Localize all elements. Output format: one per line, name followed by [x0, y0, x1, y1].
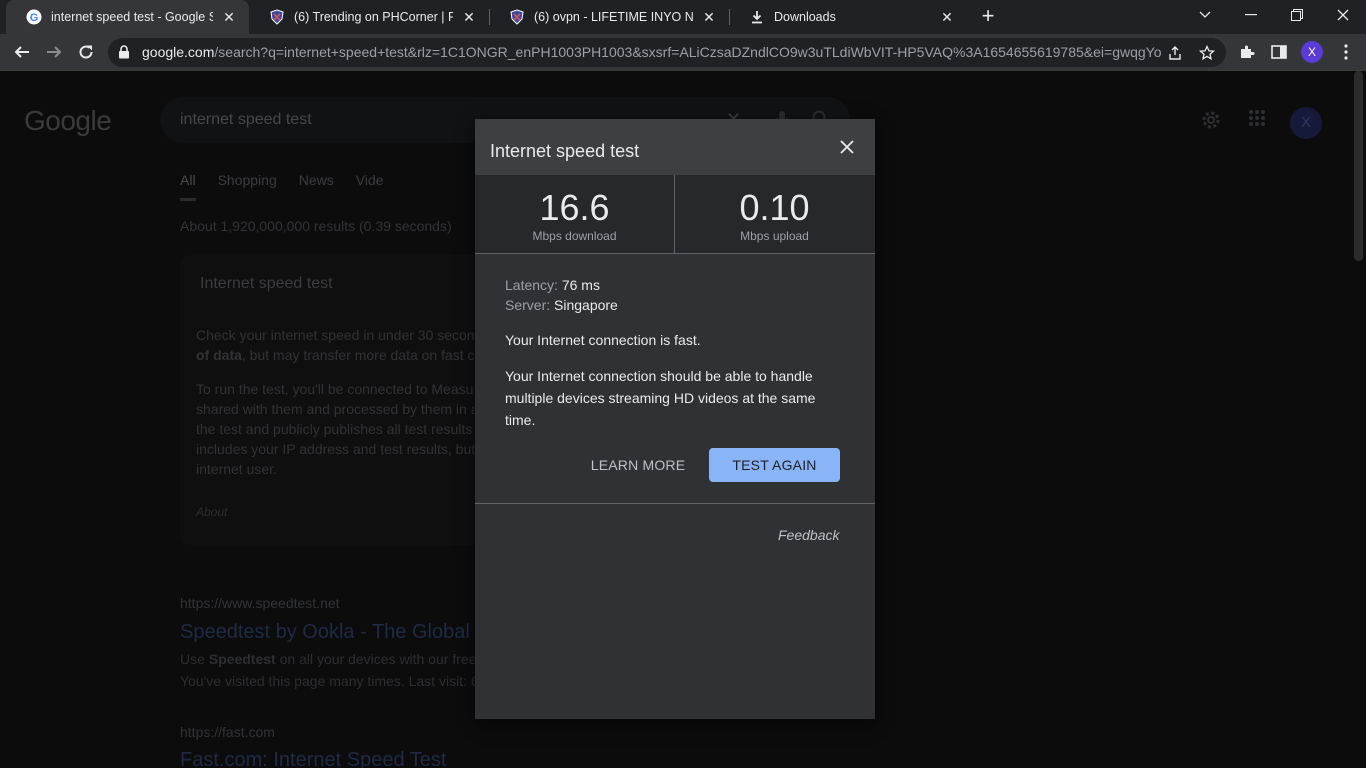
- result-title[interactable]: Speedtest by Ookla - The Global: [180, 621, 470, 644]
- server-label: Server:: [505, 297, 551, 313]
- share-icon[interactable]: [1166, 44, 1184, 62]
- card-p1-rest: , but may transfer more data on fast c: [241, 347, 475, 363]
- server-value: Singapore: [554, 297, 618, 313]
- connection-status: Your Internet connection is fast.: [505, 332, 701, 348]
- svg-text:G: G: [30, 12, 39, 24]
- card-p1-bold: of data: [196, 347, 242, 363]
- tab-title: internet speed test - Google Search: [51, 10, 213, 24]
- dialog-divider: [475, 503, 875, 504]
- card-p2-line: To run the test, you'll be connected to …: [196, 381, 474, 397]
- upload-stat: 0.10 Mbps upload: [675, 175, 874, 254]
- forward-arrow-icon[interactable]: [40, 38, 68, 66]
- download-label: Mbps download: [532, 229, 617, 243]
- result-title[interactable]: Fast.com: Internet Speed Test: [180, 749, 446, 768]
- tab-phcorner-ovpn[interactable]: (6) ovpn - LIFETIME INYO NA | Pinoy Hack…: [489, 0, 729, 34]
- tab-shopping[interactable]: Shopping: [218, 172, 277, 201]
- feedback-link[interactable]: Feedback: [778, 527, 839, 543]
- tab-search-chevron-icon[interactable]: [1182, 0, 1228, 30]
- card-p2-line: includes your IP address and test result…: [196, 441, 476, 457]
- connection-description: Your Internet connection should be able …: [505, 368, 816, 428]
- card-p1-line1: Check your internet speed in under 30 se…: [196, 327, 475, 343]
- result-snippet: Use Speedtest on all your devices with o…: [180, 648, 476, 670]
- download-icon: [749, 9, 765, 25]
- close-window-icon[interactable]: [1320, 0, 1366, 30]
- about-link[interactable]: About: [196, 505, 227, 519]
- phcorner-shield-icon: [269, 9, 285, 25]
- latency-label: Latency:: [505, 277, 558, 293]
- close-tab-icon[interactable]: ✕: [701, 9, 717, 25]
- google-logo[interactable]: Google: [24, 105, 112, 137]
- server-row: Server: Singapore: [505, 297, 618, 313]
- card-p2-line: the test and publicly publishes all test…: [196, 421, 473, 437]
- address-bar[interactable]: google.com/search?q=internet+speed+test&…: [108, 38, 1226, 67]
- tab-title: (6) Trending on PHCorner | Pinoy Hackers: [294, 10, 453, 24]
- snippet-post: on all your devices with our free: [275, 651, 477, 667]
- url-text: google.com/search?q=internet+speed+test&…: [142, 44, 1162, 60]
- dialog-title: Internet speed test: [490, 141, 640, 161]
- side-panel-icon[interactable]: [1269, 42, 1289, 62]
- latency-value: 76 ms: [561, 277, 600, 293]
- google-g-icon: G: [26, 9, 42, 25]
- phcorner-shield-icon: [509, 9, 525, 25]
- search-query: internet speed test: [180, 111, 312, 128]
- browser-toolbar: google.com/search?q=internet+speed+test&…: [0, 34, 1366, 71]
- tab-title: (6) ovpn - LIFETIME INYO NA | Pinoy Hack…: [534, 10, 693, 24]
- dialog-header: Internet speed test: [475, 119, 875, 175]
- snippet-pre: Use: [180, 651, 209, 667]
- search-type-tabs: All Shopping News Vide: [180, 172, 384, 201]
- speed-results: 16.6 Mbps download 0.10 Mbps upload: [475, 175, 875, 254]
- test-again-button[interactable]: TEST AGAIN: [709, 448, 840, 482]
- url-path: /search?q=internet+speed+test&rlz=1C1ONG…: [214, 44, 1162, 60]
- restore-icon[interactable]: [1274, 0, 1320, 30]
- snippet-bold: Speedtest: [208, 651, 276, 667]
- settings-gear-icon[interactable]: [1200, 109, 1222, 136]
- more-menu-icon[interactable]: [1336, 42, 1356, 62]
- learn-more-button[interactable]: LEARN MORE: [580, 448, 696, 482]
- reload-icon[interactable]: [72, 38, 100, 66]
- close-icon[interactable]: [836, 136, 858, 158]
- upload-label: Mbps upload: [740, 229, 809, 243]
- tab-downloads[interactable]: Downloads ✕: [729, 0, 967, 34]
- result-visited-note: You've visited this page many times. Las…: [180, 673, 479, 689]
- close-tab-icon[interactable]: ✕: [939, 9, 955, 25]
- close-tab-icon[interactable]: ✕: [221, 9, 237, 25]
- upload-value: 0.10: [739, 187, 810, 228]
- google-apps-icon[interactable]: [1248, 109, 1266, 132]
- card-p2-line: shared with them and processed by them i…: [196, 401, 479, 417]
- latency-row: Latency: 76 ms: [505, 277, 600, 293]
- profile-avatar[interactable]: X: [1301, 41, 1323, 63]
- url-host: google.com: [142, 44, 215, 60]
- download-stat: 16.6 Mbps download: [475, 175, 674, 254]
- download-value: 16.6: [539, 187, 610, 228]
- result-url[interactable]: https://fast.com: [180, 724, 275, 740]
- card-paragraph-1: Check your internet speed in under 30 se…: [196, 325, 486, 365]
- speed-test-dialog: Internet speed test 16.6 Mbps download 0…: [475, 119, 875, 719]
- new-tab-icon[interactable]: +: [976, 5, 1000, 29]
- scrollbar[interactable]: [1351, 71, 1366, 768]
- result-url[interactable]: https://www.speedtest.net: [180, 595, 340, 611]
- minimize-icon[interactable]: [1228, 0, 1274, 30]
- card-title: Internet speed test: [200, 275, 333, 292]
- result-count: About 1,920,000,000 results (0.39 second…: [180, 218, 452, 234]
- card-paragraph-2: To run the test, you'll be connected to …: [196, 379, 486, 479]
- extensions-puzzle-icon[interactable]: [1237, 42, 1257, 62]
- tab-news[interactable]: News: [299, 172, 334, 201]
- tab-phcorner-trending[interactable]: (6) Trending on PHCorner | Pinoy Hackers…: [249, 0, 489, 34]
- tab-strip: G internet speed test - Google Search ✕ …: [0, 0, 1366, 34]
- google-account-avatar[interactable]: X: [1290, 107, 1322, 139]
- scrollbar-thumb[interactable]: [1354, 71, 1363, 261]
- card-p2-line: internet user.: [196, 461, 277, 477]
- tab-google-search[interactable]: G internet speed test - Google Search ✕: [6, 0, 249, 34]
- back-arrow-icon[interactable]: [8, 38, 36, 66]
- lock-icon[interactable]: [118, 45, 130, 64]
- close-tab-icon[interactable]: ✕: [461, 9, 477, 25]
- tab-videos[interactable]: Vide: [356, 172, 384, 201]
- tab-title: Downloads: [774, 10, 836, 24]
- bookmark-star-icon[interactable]: [1198, 44, 1216, 62]
- tab-all[interactable]: All: [180, 172, 196, 201]
